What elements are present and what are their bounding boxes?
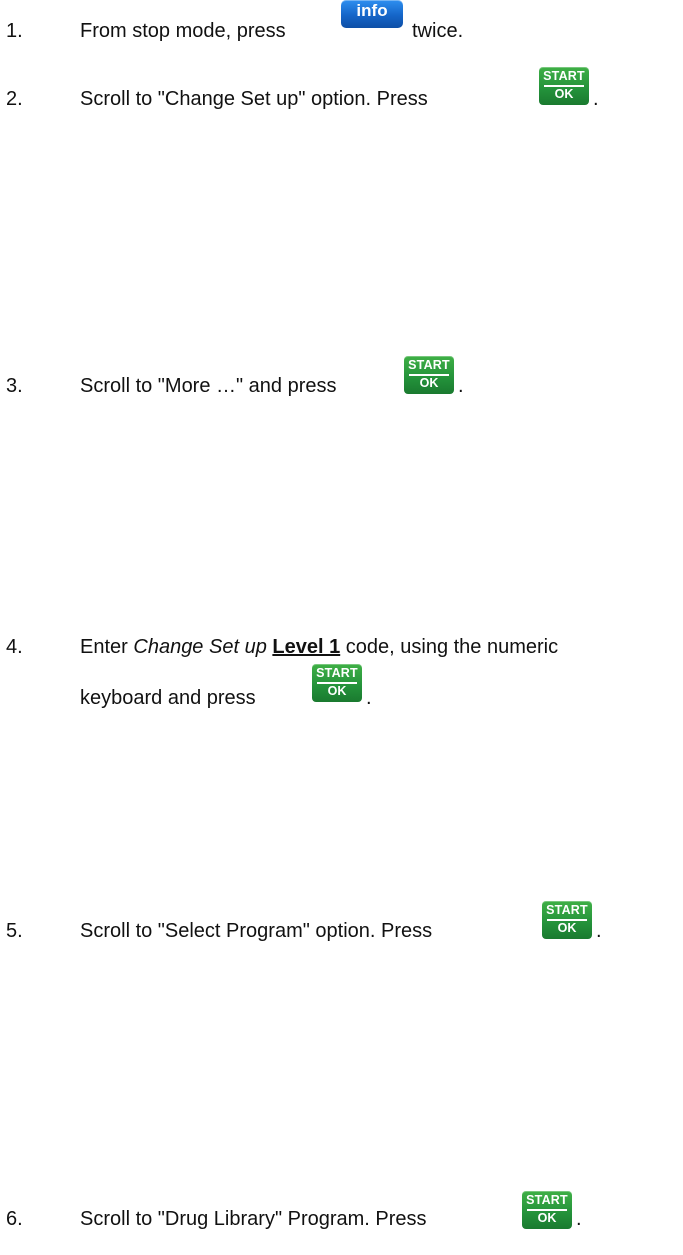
step-2-after: .	[593, 88, 599, 110]
step-text: Scroll to "More …" and press	[80, 375, 337, 397]
start-ok-key-icon: START OK	[542, 901, 592, 939]
level-1-label: Level 1	[272, 636, 341, 658]
step-5-after: .	[596, 920, 602, 942]
step-text: Enter Change Set up Level 1 code, using …	[80, 636, 559, 658]
start-ok-key-icon: START OK	[312, 664, 362, 702]
step-number: 1.	[6, 20, 23, 42]
step-number: 3.	[6, 375, 23, 397]
start-ok-key-icon: START OK	[539, 67, 589, 105]
start-ok-key-icon: START OK	[404, 356, 454, 394]
step-1-after: twice.	[412, 20, 464, 42]
step-4-after: .	[366, 687, 372, 709]
step-3-after: .	[458, 375, 464, 397]
step-text: Scroll to "Change Set up" option. Press	[80, 88, 428, 110]
start-ok-key-icon: START OK	[522, 1191, 572, 1229]
change-setup-italic: Change Set up	[133, 636, 267, 658]
step-number: 6.	[6, 1208, 23, 1230]
info-key-icon: info	[341, 0, 403, 28]
step-number: 4.	[6, 636, 23, 658]
step-number: 2.	[6, 88, 23, 110]
step-number: 5.	[6, 920, 23, 942]
step-6-after: .	[576, 1208, 582, 1230]
step-text: Scroll to "Drug Library" Program. Press	[80, 1208, 427, 1230]
